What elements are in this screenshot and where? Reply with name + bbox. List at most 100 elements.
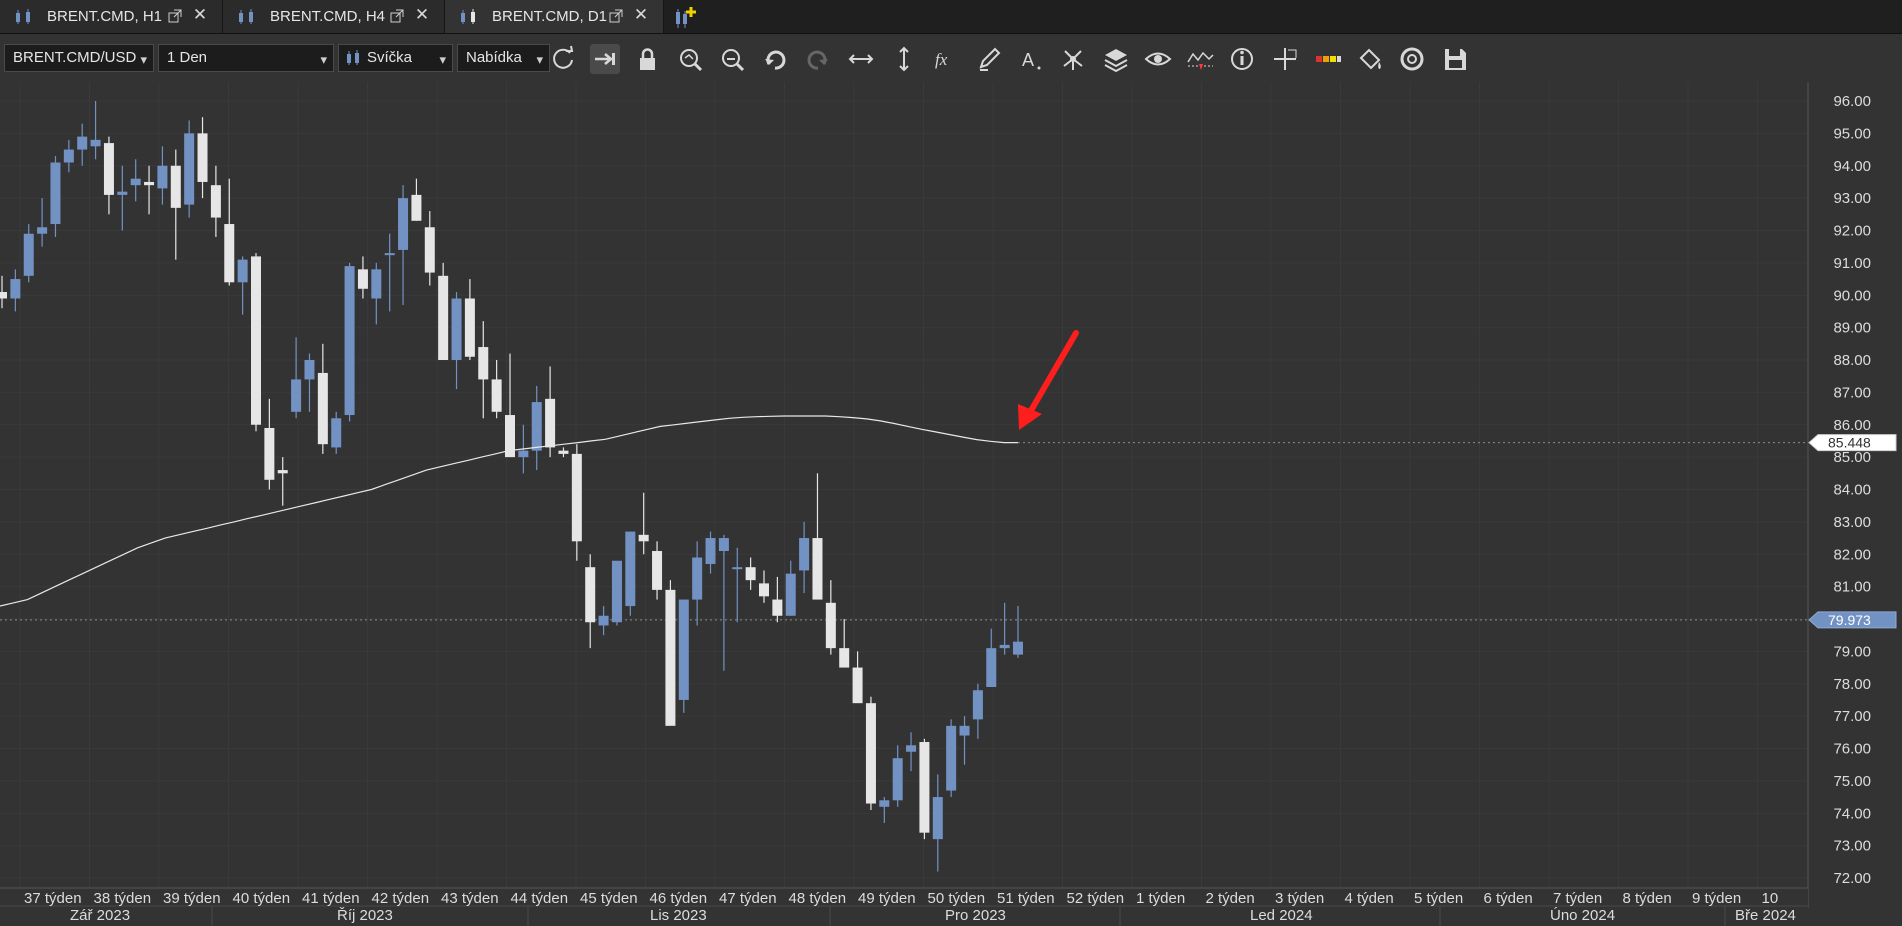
close-tab-icon[interactable]: ✕ — [414, 6, 430, 23]
candle-body[interactable] — [103, 143, 114, 195]
candle-body[interactable] — [959, 725, 970, 736]
tab-brent-d1[interactable]: BRENT.CMD, D1 ✕ — [445, 0, 664, 33]
candle-body[interactable] — [50, 162, 61, 225]
candle-body[interactable] — [545, 398, 556, 448]
candle-body[interactable] — [825, 602, 836, 649]
candle-body[interactable] — [251, 256, 261, 425]
candle-body[interactable] — [10, 279, 21, 299]
candle-body[interactable] — [237, 259, 248, 283]
popout-icon[interactable] — [390, 9, 404, 23]
candle-body[interactable] — [518, 450, 529, 458]
drawing-pen-icon[interactable] — [974, 44, 1004, 74]
candle-body[interactable] — [906, 745, 917, 752]
vertical-scale-icon[interactable] — [889, 44, 919, 74]
candle-body[interactable] — [331, 418, 342, 448]
candle-body[interactable] — [90, 139, 101, 147]
popout-icon[interactable] — [609, 9, 623, 23]
candle-body[interactable] — [571, 453, 582, 542]
zoom-in-icon[interactable] — [675, 44, 705, 74]
candle-body[interactable] — [932, 797, 943, 840]
color-theme-icon[interactable] — [1313, 44, 1343, 74]
candle-body[interactable] — [652, 551, 663, 590]
candle-body[interactable] — [946, 725, 957, 791]
candle-body[interactable] — [157, 165, 168, 189]
zoom-out-icon[interactable] — [717, 44, 747, 74]
lock-icon[interactable] — [632, 44, 662, 74]
candle-body[interactable] — [344, 266, 355, 416]
autoshift-icon[interactable] — [590, 44, 620, 74]
candle-body[interactable] — [317, 372, 328, 445]
refresh-icon[interactable] — [548, 44, 578, 74]
crosshair-icon[interactable] — [1270, 44, 1300, 74]
candle-body[interactable] — [919, 742, 930, 833]
candle-body[interactable] — [224, 224, 235, 283]
candle-body[interactable] — [170, 165, 181, 208]
chart-style-select[interactable]: Svíčka ▾ — [338, 44, 453, 72]
candle-body[interactable] — [411, 194, 422, 221]
eye-icon[interactable] — [1143, 44, 1173, 74]
candle-body[interactable] — [304, 360, 315, 380]
tab-brent-h1[interactable]: BRENT.CMD, H1 ✕ — [0, 0, 223, 33]
candle-body[interactable] — [865, 703, 876, 804]
candle-body[interactable] — [23, 233, 34, 276]
candle-body[interactable] — [705, 538, 716, 564]
candle-body[interactable] — [491, 379, 502, 412]
patterns-icon[interactable] — [1058, 44, 1088, 74]
candle-body[interactable] — [277, 470, 288, 474]
candle-body[interactable] — [184, 133, 195, 205]
chart-events-icon[interactable] — [1185, 44, 1215, 74]
candle-body[interactable] — [665, 589, 676, 726]
candle-body[interactable] — [879, 800, 890, 807]
candle-body[interactable] — [625, 531, 636, 607]
candle-body[interactable] — [718, 538, 729, 552]
info-icon[interactable] — [1227, 44, 1257, 74]
candle-body[interactable] — [371, 269, 382, 299]
tab-brent-h4[interactable]: BRENT.CMD, H4 ✕ — [223, 0, 445, 33]
candle-body[interactable] — [745, 567, 756, 581]
candle-body[interactable] — [999, 644, 1010, 649]
save-icon[interactable] — [1440, 44, 1470, 74]
candle-body[interactable] — [464, 298, 475, 357]
candle-body[interactable] — [785, 573, 796, 616]
add-chart-icon[interactable] — [672, 4, 698, 30]
candle-body[interactable] — [264, 427, 275, 480]
candle-body[interactable] — [852, 667, 863, 704]
candle-body[interactable] — [772, 599, 783, 616]
candle-body[interactable] — [692, 557, 703, 600]
redo-icon[interactable] — [803, 44, 833, 74]
candle-body[interactable] — [759, 583, 769, 597]
candle-body[interactable] — [357, 269, 368, 289]
close-tab-icon[interactable]: ✕ — [633, 6, 649, 23]
candle-body[interactable] — [892, 758, 903, 801]
layers-icon[interactable] — [1101, 44, 1131, 74]
candle-body[interactable] — [812, 538, 823, 600]
candle-body[interactable] — [558, 450, 569, 454]
text-tool-icon[interactable]: A — [1016, 44, 1046, 74]
paint-bucket-icon[interactable] — [1355, 44, 1385, 74]
instrument-select[interactable]: BRENT.CMD/USD ▾ — [4, 44, 154, 72]
candle-body[interactable] — [384, 253, 395, 256]
candle-body[interactable] — [611, 560, 622, 623]
candle-body[interactable] — [678, 599, 689, 700]
horizontal-scale-icon[interactable] — [846, 44, 876, 74]
candle-body[interactable] — [398, 198, 409, 250]
indicators-icon[interactable]: fx — [931, 44, 961, 74]
candle-body[interactable] — [438, 275, 449, 360]
price-side-select[interactable]: Nabídka ▾ — [457, 44, 550, 72]
candle-body[interactable] — [1013, 641, 1023, 655]
candle-body[interactable] — [531, 402, 542, 451]
candle-body[interactable] — [598, 615, 609, 626]
candle-body[interactable] — [839, 648, 850, 668]
period-select[interactable]: 1 Den ▾ — [158, 44, 334, 72]
candle-body[interactable] — [37, 227, 48, 234]
screenshot-icon[interactable] — [1397, 44, 1427, 74]
undo-icon[interactable] — [760, 44, 790, 74]
candle-body[interactable] — [799, 538, 810, 571]
price-chart[interactable]: 96.00 95.00 94.00 93.00 92.00 91.00 90.00 89.00… — [0, 82, 1902, 926]
candle-body[interactable] — [972, 690, 983, 720]
candle-body[interactable] — [0, 292, 7, 299]
candle-body[interactable] — [210, 185, 221, 218]
candle-body[interactable] — [117, 191, 128, 195]
candle-body[interactable] — [144, 181, 155, 186]
candle-body[interactable] — [638, 534, 649, 542]
